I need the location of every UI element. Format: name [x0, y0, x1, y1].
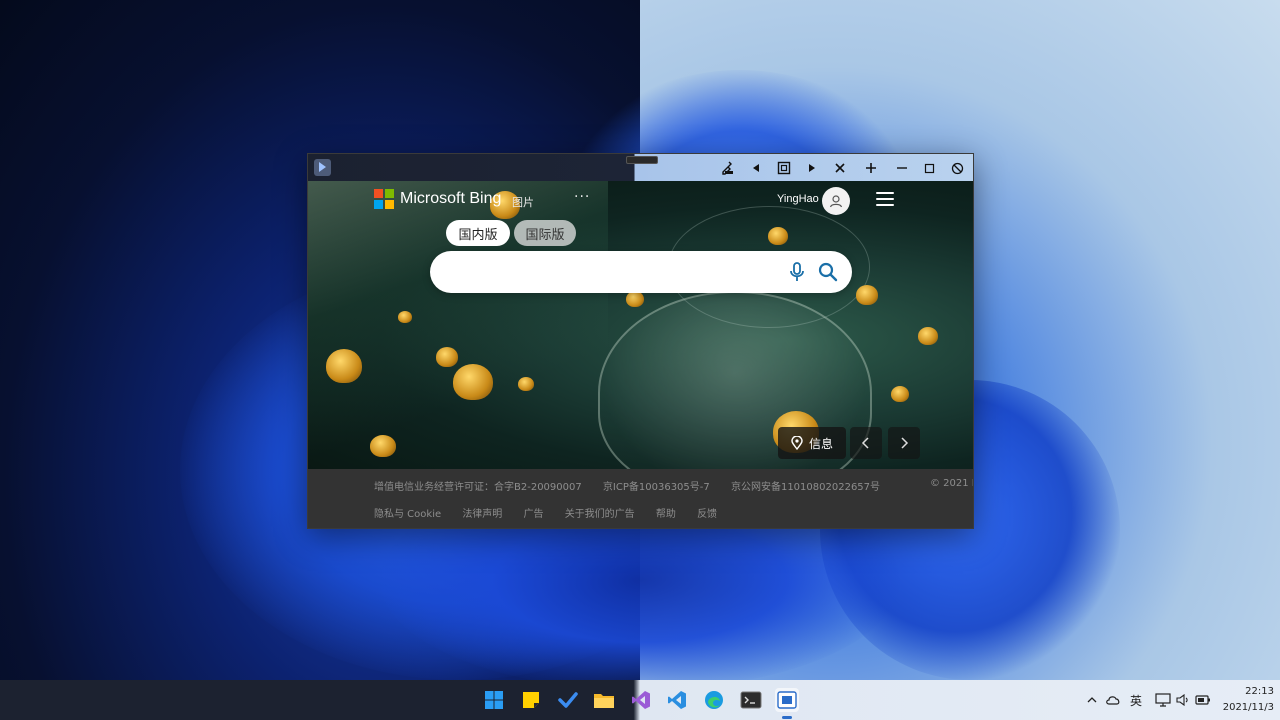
background-jellyfish: [398, 311, 412, 323]
background-jellyfish: [370, 435, 396, 457]
image-info-button[interactable]: 信息: [778, 427, 846, 459]
window-titlebar[interactable]: [308, 154, 973, 181]
background-jellyfish: [326, 349, 362, 383]
clock[interactable]: 22:13 2021/11/3: [1214, 684, 1274, 716]
background-jellyfish: [768, 227, 788, 245]
hamburger-line: [876, 198, 894, 200]
microphone-icon[interactable]: [786, 260, 808, 284]
input-language[interactable]: 英: [1130, 680, 1142, 720]
search-box: [430, 251, 852, 293]
hamburger-menu-icon[interactable]: [876, 192, 894, 206]
footer-copyright: © 2021 M: [930, 478, 973, 489]
capture-icon[interactable]: [773, 157, 795, 179]
footer-license[interactable]: 增值电信业务经营许可证：合字B2-20090007: [374, 482, 582, 493]
background-jellyfish: [518, 377, 534, 391]
more-menu[interactable]: ···: [574, 189, 590, 205]
avatar[interactable]: [822, 187, 850, 215]
clock-date: 2021/11/3: [1222, 702, 1274, 713]
network-icon[interactable]: [1155, 680, 1171, 720]
start-icon[interactable]: [482, 688, 506, 712]
clock-time: 22:13: [1245, 686, 1274, 697]
location-pin-icon: [791, 436, 803, 450]
footer-police-record[interactable]: 京公网安备11010802022657号: [731, 482, 880, 493]
logo-square-yellow: [385, 200, 394, 209]
search-icon[interactable]: [816, 260, 840, 284]
user-icon: [829, 195, 843, 208]
app-window: Microsoft Bing 图片 ··· YingHao 国内版 国际版 信息: [307, 153, 974, 529]
footer-link-ads[interactable]: 广告: [524, 509, 544, 520]
block-icon[interactable]: [946, 157, 968, 179]
onedrive-icon[interactable]: [1105, 680, 1121, 720]
footer-link-about-ads[interactable]: 关于我们的广告: [565, 509, 635, 520]
file-explorer-icon[interactable]: [592, 688, 616, 712]
active-app-indicator: [782, 716, 792, 719]
eyedropper-icon[interactable]: [718, 157, 740, 179]
close-x-icon[interactable]: [829, 157, 851, 179]
bing-homepage: Microsoft Bing 图片 ··· YingHao 国内版 国际版 信息: [308, 181, 973, 469]
taskbar: 英 22:13 2021/11/3: [0, 680, 1280, 720]
logo-square-green: [385, 189, 394, 198]
todo-icon[interactable]: [556, 688, 580, 712]
tray-overflow-icon[interactable]: [1086, 680, 1098, 720]
sticky-notes-icon[interactable]: [519, 688, 543, 712]
logo-square-red: [374, 189, 383, 198]
background-jellyfish: [626, 291, 644, 307]
app-logo-icon: [314, 159, 331, 176]
background-jellyfish: [856, 285, 878, 305]
images-link[interactable]: 图片: [512, 194, 534, 210]
footer-link-legal[interactable]: 法律声明: [462, 509, 502, 520]
terminal-icon[interactable]: [739, 688, 763, 712]
search-input[interactable]: [448, 259, 772, 287]
footer-license-row: 增值电信业务经营许可证：合字B2-20090007 京ICP备10036305号…: [374, 478, 898, 493]
tab-international[interactable]: 国际版: [514, 220, 576, 246]
bing-logo[interactable]: Microsoft Bing: [374, 189, 501, 209]
drag-handle[interactable]: [626, 156, 658, 164]
chevron-right-icon: [901, 437, 909, 449]
prev-arrow-icon[interactable]: [745, 157, 767, 179]
image-info-label: 信息: [808, 436, 833, 451]
background-jellyfish: [891, 386, 909, 402]
plus-icon[interactable]: [860, 157, 882, 179]
vscode-icon[interactable]: [665, 688, 689, 712]
volume-icon[interactable]: [1176, 680, 1190, 720]
chevron-left-icon: [861, 437, 869, 449]
tab-domestic[interactable]: 国内版: [446, 220, 510, 246]
app-window-icon[interactable]: [775, 688, 799, 712]
footer-link-privacy[interactable]: 隐私与 Cookie: [374, 509, 441, 520]
edge-icon[interactable]: [702, 688, 726, 712]
maximize-icon[interactable]: [918, 157, 940, 179]
logo-square-blue: [374, 200, 383, 209]
visual-studio-icon[interactable]: [629, 688, 653, 712]
background-jellyfish: [436, 347, 458, 367]
next-image-button[interactable]: [888, 427, 920, 459]
minimize-icon[interactable]: [891, 157, 913, 179]
prev-image-button[interactable]: [850, 427, 882, 459]
footer-icp[interactable]: 京ICP备10036305号-7: [603, 482, 710, 493]
hamburger-line: [876, 204, 894, 206]
footer-links-row: 隐私与 Cookie 法律声明 广告 关于我们的广告 帮助 反馈: [374, 505, 735, 520]
background-jellyfish: [453, 364, 493, 400]
battery-icon[interactable]: [1195, 680, 1211, 720]
microsoft-logo-icon: [374, 189, 394, 209]
user-name[interactable]: YingHao: [777, 193, 819, 205]
next-arrow-icon[interactable]: [801, 157, 823, 179]
hamburger-line: [876, 192, 894, 194]
background-jellyfish: [918, 327, 938, 345]
page-footer: 增值电信业务经营许可证：合字B2-20090007 京ICP备10036305号…: [308, 469, 973, 528]
footer-link-help[interactable]: 帮助: [656, 509, 676, 520]
bing-logo-text: Microsoft Bing: [400, 190, 502, 207]
footer-link-feedback[interactable]: 反馈: [697, 509, 717, 520]
